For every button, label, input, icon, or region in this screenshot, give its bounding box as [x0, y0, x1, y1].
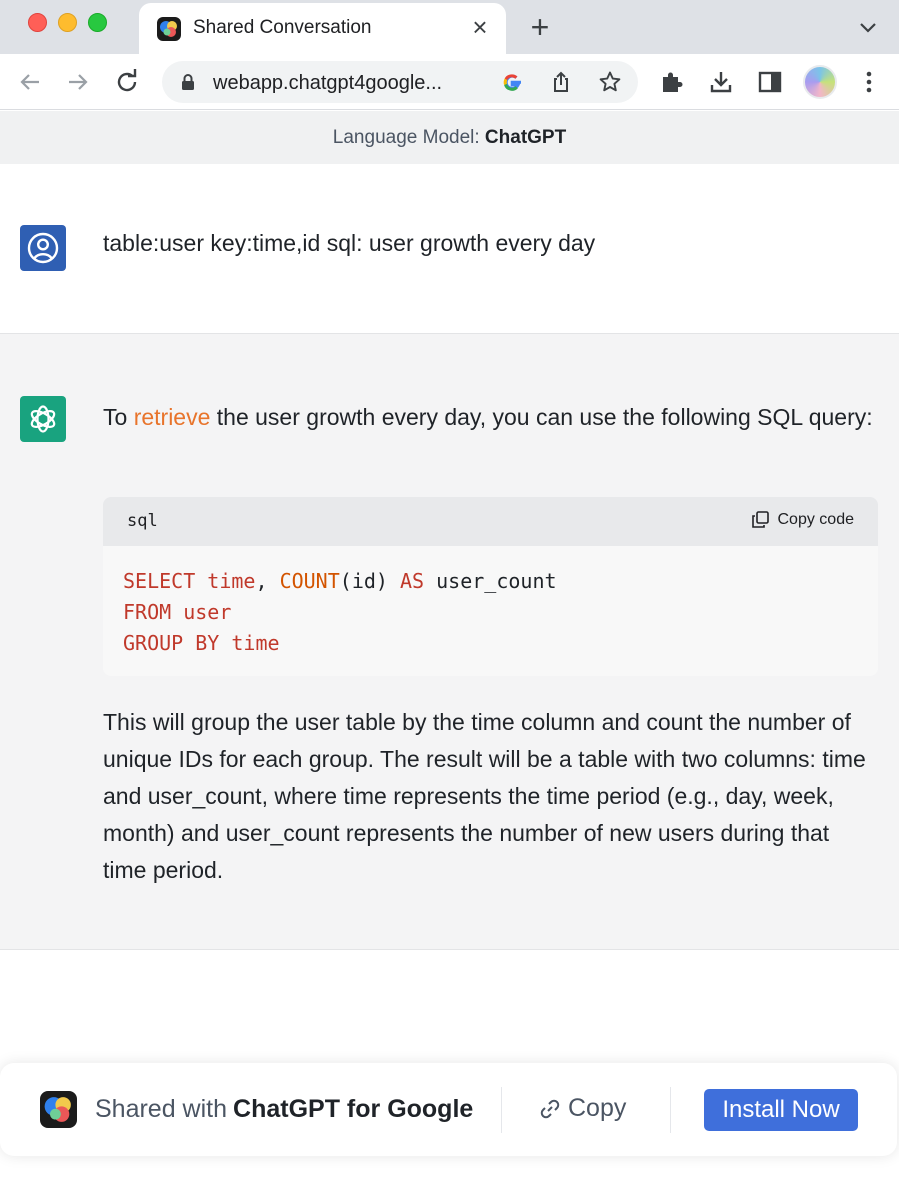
- forward-icon[interactable]: [62, 66, 94, 98]
- code-token: user: [171, 600, 232, 624]
- chatgpt-for-google-logo-icon: [40, 1091, 77, 1128]
- chatgpt-for-google-favicon-icon: [157, 17, 181, 41]
- extensions-icon[interactable]: [658, 68, 686, 96]
- link-icon: [540, 1099, 560, 1118]
- divider: [670, 1087, 671, 1133]
- code-token: FROM: [123, 600, 172, 624]
- code-token: time: [195, 569, 256, 593]
- copy-code-button[interactable]: Copy code: [750, 510, 855, 530]
- shared-with-label: Shared with: [95, 1095, 228, 1123]
- model-bar: Language Model: ChatGPT: [0, 111, 899, 164]
- code-token: SELECT: [123, 569, 196, 593]
- code-token: user_count: [424, 569, 557, 593]
- url-text: webapp.chatgpt4google...: [213, 72, 443, 94]
- copy-icon: [751, 511, 769, 528]
- tab-strip: Shared Conversation × +: [0, 0, 899, 54]
- highlighted-word[interactable]: retrieve: [134, 404, 211, 430]
- browser-toolbar: webapp.chatgpt4google...: [0, 54, 899, 110]
- code-content: SELECT time, COUNT(id) AS user_count FRO…: [103, 546, 878, 676]
- star-icon[interactable]: [598, 70, 622, 94]
- code-language-label: sql: [127, 511, 158, 531]
- download-icon[interactable]: [707, 68, 735, 96]
- assistant-intro: To retrieve the user growth every day, y…: [103, 399, 879, 436]
- model-name: ChatGPT: [484, 127, 567, 148]
- tab-shared-conversation[interactable]: Shared Conversation ×: [139, 3, 506, 54]
- tab-close-icon[interactable]: ×: [466, 13, 494, 41]
- openai-logo-icon: [20, 396, 66, 442]
- copy-code-label: Copy code: [777, 511, 855, 528]
- back-icon[interactable]: [14, 66, 46, 98]
- code-block: sql Copy code SELECT time, COUNT(id) AS …: [103, 497, 878, 676]
- intro-text-after: the user growth every day, you can use t…: [210, 404, 873, 430]
- tab-title: Shared Conversation: [193, 17, 372, 38]
- product-name: ChatGPT for Google: [233, 1095, 474, 1123]
- side-panel-icon[interactable]: [756, 68, 784, 96]
- model-label: Language Model:: [332, 127, 480, 148]
- share-icon[interactable]: [549, 70, 573, 94]
- chevron-down-icon[interactable]: [855, 14, 881, 40]
- google-icon[interactable]: [500, 70, 524, 94]
- minimize-window-button[interactable]: [58, 13, 77, 32]
- share-bar: Shared with ChatGPT for Google Copy Insta…: [0, 1063, 897, 1156]
- code-token: GROUP BY: [123, 631, 220, 655]
- reload-icon[interactable]: [111, 66, 143, 98]
- copy-link-label: Copy: [568, 1094, 627, 1122]
- new-tab-icon[interactable]: +: [526, 10, 554, 44]
- copy-link-button[interactable]: Copy: [538, 1094, 626, 1123]
- code-token: ,: [255, 569, 280, 593]
- close-window-button[interactable]: [28, 13, 47, 32]
- intro-text-before: To: [103, 404, 134, 430]
- code-token: COUNT: [279, 569, 340, 593]
- code-token: (id): [339, 569, 400, 593]
- profile-avatar[interactable]: [803, 65, 837, 99]
- lock-icon[interactable]: [176, 70, 200, 94]
- user-message-row: table:user key:time,id sql: user growth …: [0, 164, 899, 334]
- divider: [501, 1087, 502, 1133]
- code-token: time: [219, 631, 280, 655]
- assistant-message-row: To retrieve the user growth every day, y…: [0, 334, 899, 950]
- install-now-button[interactable]: Install Now: [704, 1089, 858, 1131]
- assistant-explanation: This will group the user table by the ti…: [103, 709, 866, 883]
- code-block-header: sql Copy code: [103, 497, 878, 546]
- address-bar[interactable]: webapp.chatgpt4google...: [162, 61, 638, 103]
- shared-with-text: Shared with ChatGPT for Google: [95, 1095, 473, 1124]
- code-token: AS: [400, 569, 425, 593]
- user-message-text: table:user key:time,id sql: user growth …: [103, 230, 596, 256]
- user-avatar-icon: [20, 225, 66, 271]
- more-vert-icon[interactable]: [855, 68, 883, 96]
- zoom-window-button[interactable]: [88, 13, 107, 32]
